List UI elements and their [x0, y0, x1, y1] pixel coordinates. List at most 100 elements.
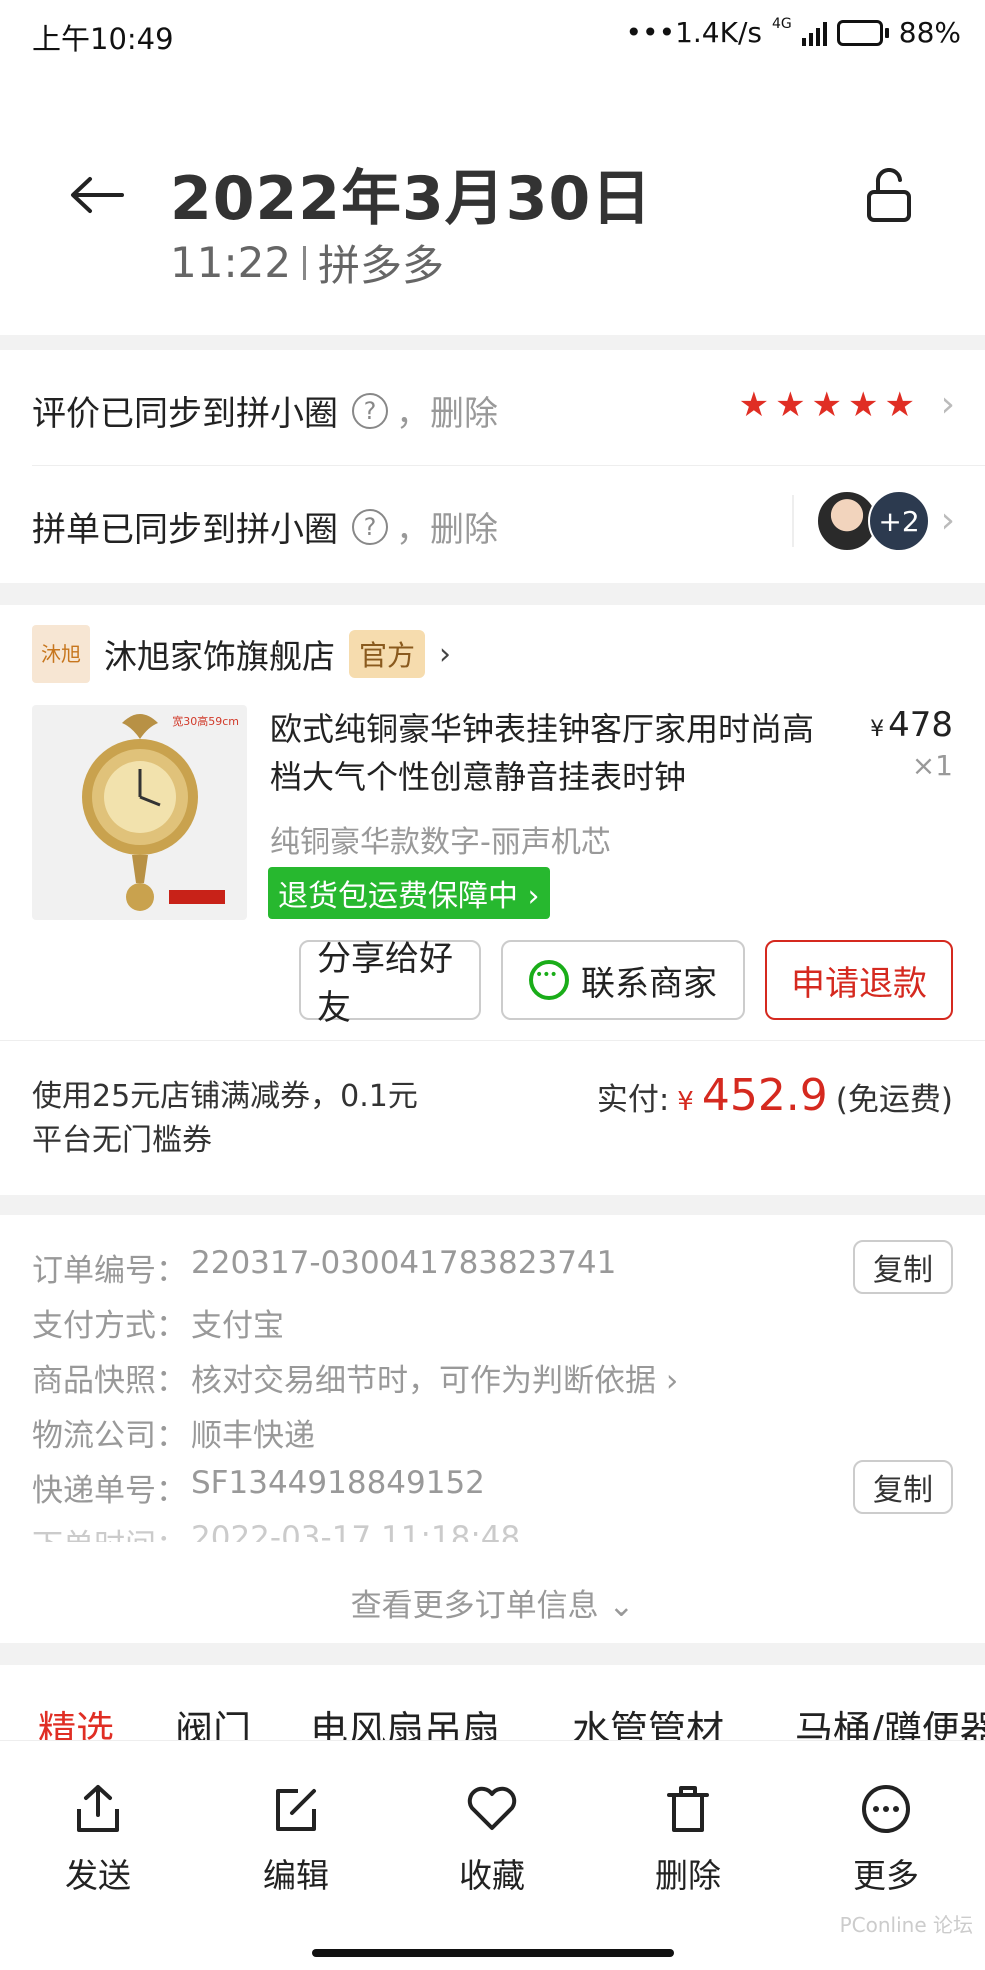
watermark: PConline 论坛 — [839, 1913, 973, 1937]
tracking-number: SF1344918849152 — [191, 1465, 485, 1501]
app-name: 拼多多 — [318, 241, 445, 290]
more-icon — [826, 1779, 946, 1839]
delete-button[interactable]: 删除 — [628, 1779, 748, 1897]
page-header: 2022年3月30日 11:22 拼多多 — [0, 70, 985, 335]
paid-amount: 实付: ¥ 452.9 (免运费) — [596, 1070, 953, 1121]
tab-pipes[interactable]: 水管管材 — [572, 1699, 724, 1740]
official-badge: 官方 — [349, 630, 426, 678]
paid-total: 452.9 — [701, 1070, 828, 1121]
edit-icon — [236, 1779, 356, 1839]
shop-logo: 沐旭 — [32, 625, 90, 683]
divider — [0, 1040, 985, 1041]
logistics-row: 物流公司： 顺丰快递 — [32, 1410, 315, 1455]
network-type: 4G — [772, 16, 792, 32]
order-actions: 分享给好友 联系商家 申请退款 — [299, 939, 953, 1028]
order-time: 2022-03-17 11:18:48 — [191, 1520, 521, 1542]
star-icon: ★ — [775, 385, 806, 425]
section-gap — [0, 1195, 985, 1215]
payment-method: 支付宝 — [191, 1308, 284, 1344]
shop-name: 沐旭家饰旗舰店 — [104, 637, 335, 676]
edit-button[interactable]: 编辑 — [236, 1779, 356, 1897]
chat-icon — [529, 960, 569, 1000]
image-size-label: 宽30高59cm — [172, 715, 239, 728]
group-sync-label: 拼单已同步到拼小圈 — [32, 510, 338, 550]
send-button[interactable]: 发送 — [38, 1779, 158, 1897]
home-indicator[interactable] — [312, 1949, 674, 1957]
network-speed: •••1.4K/s — [625, 16, 762, 49]
payment-method-row: 支付方式： 支付宝 — [32, 1300, 284, 1345]
tab-fans[interactable]: 电风扇吊扇 — [310, 1699, 500, 1740]
review-sync-label: 评价已同步到拼小圈 — [32, 394, 338, 434]
chevron-right-icon: › — [940, 384, 955, 425]
refund-button[interactable]: 申请退款 — [765, 940, 953, 1020]
return-shipping-guarantee[interactable]: 退货包运费保障中 › — [268, 867, 550, 919]
extra-count-badge: +2 — [868, 490, 930, 552]
tab-featured[interactable]: 精选 — [38, 1699, 114, 1740]
star-icon: ★ — [884, 385, 915, 425]
back-arrow-icon[interactable] — [68, 175, 124, 219]
coupon-text: 使用25元店铺满减券，0.1元平台无门槛券 — [32, 1079, 418, 1158]
unit-price: 478 — [888, 705, 953, 745]
status-time: 上午10:49 — [32, 22, 174, 56]
product-image[interactable]: 宽30高59cm — [32, 705, 247, 920]
tab-valves[interactable]: 阀门 — [175, 1699, 251, 1740]
copy-order-number-button[interactable]: 复制 — [853, 1240, 953, 1294]
group-sync-row[interactable]: 拼单已同步到拼小圈 ? ，删除 +2 › — [0, 466, 985, 581]
star-icon: ★ — [738, 385, 770, 425]
quantity: ×1 — [911, 749, 953, 782]
help-icon[interactable]: ? — [352, 508, 388, 545]
product-price: ¥478 ×1 — [870, 705, 953, 782]
favorite-button[interactable]: 收藏 — [432, 1779, 552, 1897]
promo-strip — [169, 890, 225, 904]
star-icon: ★ — [811, 385, 843, 425]
order-number-row: 订单编号： 220317-030041783823741 — [32, 1245, 617, 1289]
star-icon: ★ — [848, 385, 879, 425]
capture-time: 11:22 — [170, 238, 292, 287]
avatar-group[interactable]: +2 — [792, 490, 930, 552]
delete-link[interactable]: ，删除 — [396, 502, 498, 551]
battery-icon — [836, 19, 889, 46]
contact-seller-button[interactable]: 联系商家 — [501, 940, 745, 1020]
trash-icon — [628, 1779, 748, 1839]
review-sync-row[interactable]: 评价已同步到拼小圈 ? ，删除 ★ ★ ★ ★ ★ › — [0, 350, 985, 465]
clock-illustration — [82, 714, 198, 911]
copy-tracking-number-button[interactable]: 复制 — [853, 1460, 953, 1514]
heart-icon — [432, 1779, 552, 1839]
order-info: 订单编号： 220317-030041783823741 复制 支付方式： 支付… — [0, 1215, 985, 1643]
status-bar: 上午10:49 •••1.4K/s 4G 88% — [0, 0, 985, 70]
order-number: 220317-030041783823741 — [191, 1245, 617, 1281]
tracking-row: 快递单号： SF1344918849152 — [32, 1465, 485, 1509]
separator — [303, 245, 307, 280]
chevron-right-icon: › — [439, 636, 452, 672]
paid-label: 实付: — [596, 1082, 670, 1118]
page-title-date: 2022年3月30日 — [170, 164, 653, 234]
signal-icon — [801, 20, 827, 46]
snapshot-row[interactable]: 商品快照： 核对交易细节时，可作为判断依据 › — [32, 1355, 678, 1400]
section-gap — [0, 583, 985, 605]
lock-icon[interactable] — [865, 167, 913, 228]
battery-percent: 88% — [898, 16, 961, 49]
chevron-right-icon: › — [940, 500, 955, 541]
section-gap — [0, 335, 985, 350]
help-icon[interactable]: ? — [352, 392, 388, 429]
order-time-row: 下单时间： 2022-03-17 11:18:48 — [32, 1520, 520, 1542]
product-title[interactable]: 欧式纯铜豪华钟表挂钟客厅家用时尚高档大气个性创意静音挂表时钟 — [270, 705, 840, 801]
order-card: 沐旭 沐旭家饰旗舰店 官方 › 宽30高59cm 欧式纯铜豪华钟表挂钟客厅家用时… — [0, 605, 985, 1195]
more-button[interactable]: 更多 — [826, 1779, 946, 1897]
delete-link[interactable]: ，删除 — [396, 386, 498, 435]
share-button[interactable]: 分享给好友 — [299, 939, 481, 1028]
logistics-company: 顺丰快递 — [191, 1418, 315, 1454]
view-more-order-info[interactable]: 查看更多订单信息 ⌄ — [0, 1580, 985, 1625]
shop-header[interactable]: 沐旭 沐旭家饰旗舰店 官方 › — [32, 625, 451, 683]
section-gap — [0, 1643, 985, 1665]
status-indicators: •••1.4K/s 4G 88% — [626, 16, 961, 49]
tab-toilets[interactable]: 马桶/蹲便器 — [795, 1699, 985, 1740]
page-subtitle: 11:22 拼多多 — [170, 232, 444, 293]
bottom-toolbar: 发送 编辑 收藏 删除 更多 PConline 论坛 — [0, 1740, 985, 1970]
shipping-note: (免运费) — [835, 1082, 953, 1118]
snapshot-link[interactable]: 核对交易细节时，可作为判断依据 › — [191, 1355, 678, 1400]
share-icon — [38, 1779, 158, 1839]
rating-stars: ★ ★ ★ ★ ★ — [739, 388, 915, 422]
product-spec: 纯铜豪华款数字-丽声机芯 — [270, 825, 611, 860]
category-tabs: 精选 阀门 电风扇吊扇 水管管材 马桶/蹲便器 — [0, 1665, 985, 1740]
